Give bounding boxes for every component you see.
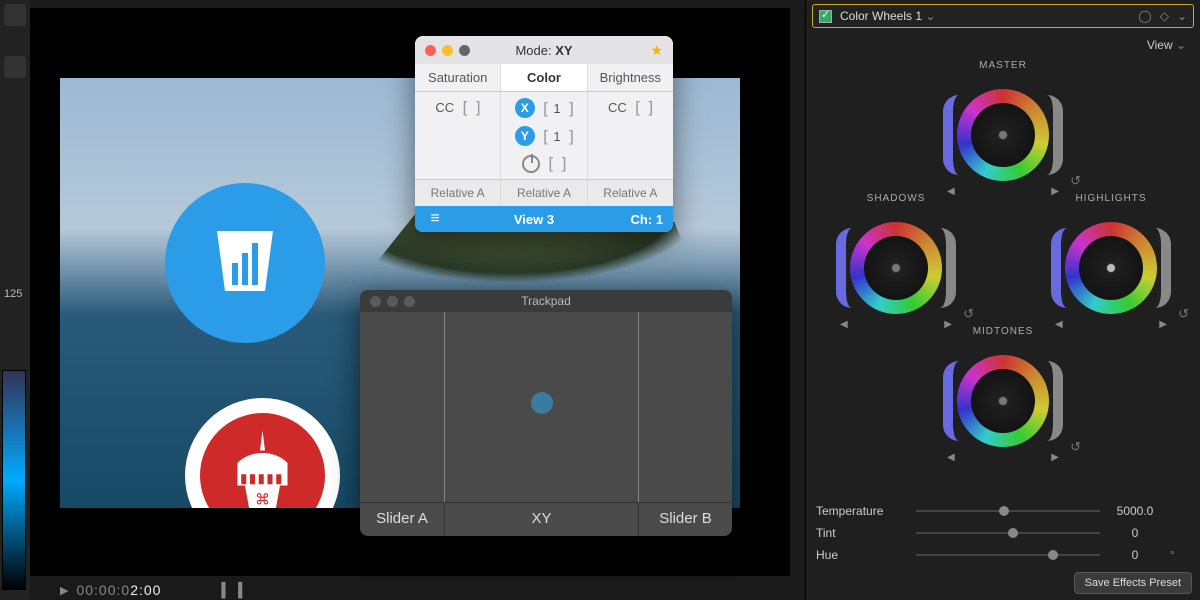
mode-title-prefix: Mode: [515, 43, 551, 58]
xy-puck[interactable] [531, 392, 553, 414]
timecode-display: 00:00:02:00 [76, 582, 161, 598]
mask-icon[interactable]: ◯ [1138, 9, 1151, 23]
midtones-wheel[interactable]: ◀▶ [943, 341, 1063, 461]
wheel-label: MIDTONES [943, 326, 1063, 337]
power-icon[interactable] [522, 155, 540, 173]
hamburger-icon[interactable]: ≡ [415, 210, 455, 228]
column-brightness: CC [ ] [588, 92, 673, 179]
y-value: 1 [553, 129, 560, 144]
channel-label[interactable]: Ch: 1 [613, 212, 673, 227]
color-sliders: Temperature 5000.0 Tint 0 Hue 0° [816, 500, 1190, 566]
slider-b-zone[interactable] [639, 312, 732, 502]
mode-title-value: XY [555, 43, 572, 58]
slider-row: Hue 0° [816, 544, 1190, 566]
chevron-down-icon[interactable]: ⌄ [1177, 9, 1187, 23]
trackpad-title: Trackpad [360, 294, 732, 308]
effect-enable-checkbox[interactable] [819, 10, 832, 23]
mode-column-headers: Saturation Color Brightness [415, 64, 673, 92]
color-inspector: Color Wheels 1 ◯ ◇ ⌄ View MASTER ◀▶ ↺ SH… [805, 0, 1200, 600]
slider-label: Tint [816, 526, 916, 540]
favorite-star-icon[interactable]: ★ [650, 42, 663, 59]
trackpad-surface[interactable] [360, 312, 732, 502]
view-label[interactable]: View 3 [455, 212, 613, 227]
reset-icon[interactable]: ↺ [1070, 173, 1081, 189]
slider-value[interactable]: 5000.0 [1100, 504, 1170, 518]
svg-text:⌘: ⌘ [255, 491, 270, 508]
relative-label[interactable]: Relative A [588, 180, 673, 206]
cc-label: CC [608, 100, 627, 115]
tool-button[interactable] [4, 4, 26, 26]
master-wheel-group: MASTER ◀▶ ↺ [943, 60, 1063, 195]
slider-unit: ° [1170, 548, 1190, 562]
clip-thumbnail[interactable] [2, 370, 26, 590]
color-wheels-area: MASTER ◀▶ ↺ SHADOWS ◀▶ ↺ HIGHLIGHTS ◀▶ ↺… [806, 58, 1200, 468]
in-out-markers[interactable]: ▍▍ [221, 582, 255, 599]
trackpad-titlebar[interactable]: Trackpad [360, 290, 732, 312]
slider-value[interactable]: 0 [1100, 548, 1170, 562]
slider-row: Tint 0 [816, 522, 1190, 544]
slider-label: Hue [816, 548, 916, 562]
slider-track[interactable] [916, 510, 1100, 512]
x-axis-badge[interactable]: X [515, 98, 535, 118]
slider-a-label: Slider A [360, 503, 445, 536]
slider-track[interactable] [916, 554, 1100, 556]
mode-titlebar[interactable]: Mode: XY ★ [415, 36, 673, 64]
play-icon[interactable]: ▶ [60, 584, 68, 597]
wheel-label: HIGHLIGHTS [1051, 193, 1171, 204]
relative-label[interactable]: Relative A [501, 180, 587, 206]
slider-b-label: Slider B [639, 503, 732, 536]
slider-knob[interactable] [999, 506, 1009, 516]
wheel-label: MASTER [943, 60, 1063, 71]
highlights-wheel-group: HIGHLIGHTS ◀▶ ↺ [1051, 193, 1171, 328]
shadows-wheel[interactable]: ◀▶ [836, 208, 956, 328]
keyframe-icon[interactable]: ◇ [1160, 9, 1169, 23]
slider-a-zone[interactable] [360, 312, 445, 502]
slider-label: Temperature [816, 504, 916, 518]
master-wheel[interactable]: ◀▶ [943, 75, 1063, 195]
app-icon-commander: ⌘ [185, 398, 340, 508]
left-tool-rail: 125 [0, 0, 30, 600]
mode-footer: ≡ View 3 Ch: 1 [415, 206, 673, 232]
bracket-icon[interactable]: [ [541, 99, 548, 118]
relative-mode-row: Relative A Relative A Relative A [415, 179, 673, 206]
slider-track[interactable] [916, 532, 1100, 534]
xy-label: XY [445, 503, 639, 536]
x-value: 1 [553, 101, 560, 116]
effect-header[interactable]: Color Wheels 1 ◯ ◇ ⌄ [812, 4, 1194, 28]
header-color[interactable]: Color [501, 64, 587, 91]
slider-row: Temperature 5000.0 [816, 500, 1190, 522]
wheel-label: SHADOWS [836, 193, 956, 204]
mode-panel: Mode: XY ★ Saturation Color Brightness C… [415, 36, 673, 232]
reset-icon[interactable]: ↺ [1178, 306, 1189, 322]
column-saturation: CC [ ] [415, 92, 501, 179]
bracket-icon[interactable]: [ ] [460, 98, 480, 117]
bracket-icon[interactable]: [ ] [633, 98, 653, 117]
reset-icon[interactable]: ↺ [1070, 439, 1081, 455]
trackpad-panel: Trackpad Slider A XY Slider B [360, 290, 732, 536]
save-effects-preset-button[interactable]: Save Effects Preset [1074, 572, 1192, 594]
y-axis-badge[interactable]: Y [515, 126, 535, 146]
header-brightness[interactable]: Brightness [588, 64, 673, 91]
bracket-icon[interactable]: [ [541, 127, 548, 146]
slider-knob[interactable] [1048, 550, 1058, 560]
app-icon-metrics [165, 183, 325, 343]
slider-knob[interactable] [1008, 528, 1018, 538]
shadows-wheel-group: SHADOWS ◀▶ ↺ [836, 193, 956, 328]
column-color: X[1] Y[1] [ ] [501, 92, 587, 179]
cc-label: CC [435, 100, 454, 115]
midtones-wheel-group: MIDTONES ◀▶ ↺ [943, 326, 1063, 461]
tool-button[interactable] [4, 56, 26, 78]
header-saturation[interactable]: Saturation [415, 64, 501, 91]
highlights-wheel[interactable]: ◀▶ [1051, 208, 1171, 328]
bracket-icon[interactable]: [ ] [546, 154, 566, 173]
view-menu[interactable]: View [806, 32, 1200, 58]
reset-icon[interactable]: ↺ [963, 306, 974, 322]
slider-value[interactable]: 0 [1100, 526, 1170, 540]
zoom-badge: 125 [4, 288, 22, 300]
transport-bar: ▶ 00:00:02:00 ▍▍ [30, 580, 790, 600]
effect-name[interactable]: Color Wheels 1 [840, 9, 1130, 23]
relative-label[interactable]: Relative A [415, 180, 501, 206]
xy-zone[interactable] [445, 312, 639, 502]
